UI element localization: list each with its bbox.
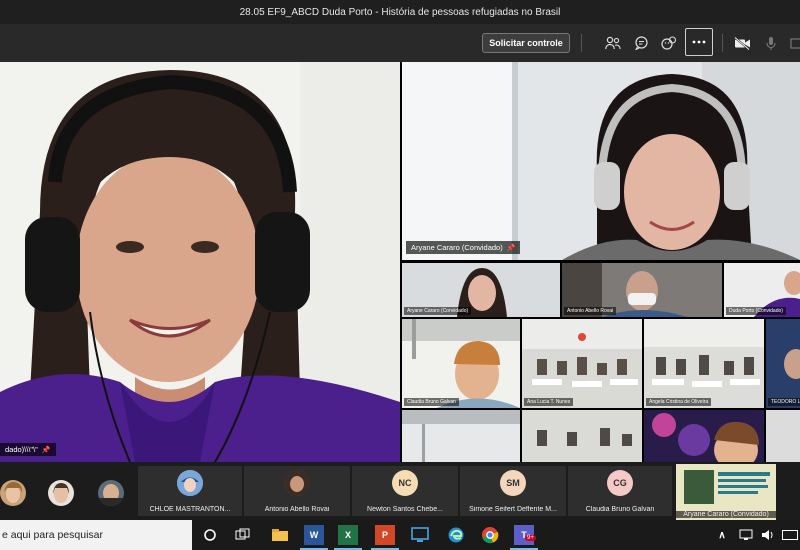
grid-video-frame (522, 319, 642, 408)
avatar-photo (177, 470, 203, 496)
keyboard-icon[interactable] (780, 525, 800, 545)
grid-video-frame (766, 319, 800, 408)
top-right-name: Aryane Cararo (Convidado) (411, 243, 503, 252)
grid-video-tile[interactable] (766, 410, 800, 462)
grid-participant-name: TEODORO L (768, 398, 800, 406)
avatar-photo (98, 480, 124, 506)
word-icon[interactable]: W (304, 525, 324, 545)
participant-avatar: CG (607, 470, 633, 496)
grid-participant-name: Ana Lucia T. Nunes (524, 398, 574, 406)
pin-icon[interactable]: 📌 (42, 446, 51, 454)
participant-name: Antonio Abello Rovai (264, 506, 330, 513)
grid-participant-name: Aryane Cararo (Convidado) (404, 307, 472, 315)
taskbar-search-input[interactable]: e aqui para pesquisar (0, 520, 192, 550)
grid-video-frame (402, 410, 520, 462)
chrome-icon[interactable] (480, 525, 500, 545)
participant-name: Claudia Bruno Galvan (585, 506, 655, 513)
more-actions-icon (692, 40, 706, 44)
mic-icon[interactable] (761, 33, 781, 53)
meeting-toolbar: Solicitar controle (0, 24, 800, 62)
participant-strip: CHLOE MASTRANTON... Antonio Abello Rovai… (0, 462, 800, 520)
speaker-video-frame (0, 62, 400, 462)
grid-video-frame (644, 319, 764, 408)
grid-video-tile[interactable] (522, 410, 642, 462)
grid-video-frame (644, 410, 764, 462)
camera-off-icon[interactable] (732, 33, 752, 53)
toolbar-divider (722, 34, 723, 52)
grid-video-tile[interactable]: Duda Porto (Convidado) (724, 263, 800, 317)
main-speaker-name: dado)\\\"\" (5, 445, 38, 454)
grid-video-tile[interactable]: Aryane Cararo (Convidado) (402, 263, 560, 317)
grid-video-tile[interactable]: Claudia Bruno Galvan (402, 319, 520, 408)
share-icon[interactable] (787, 33, 800, 53)
grid-video-tile[interactable]: Ana Lucia T. Nunes (522, 319, 642, 408)
window-title: 28.05 EF9_ABCD Duda Porto - História de … (239, 6, 561, 18)
task-view-icon[interactable] (233, 525, 253, 545)
file-explorer-icon[interactable] (270, 525, 290, 545)
participant-avatar[interactable] (0, 480, 26, 506)
cortana-icon[interactable] (200, 525, 220, 545)
participant-name: Newton Santos Chebe... (367, 506, 443, 513)
grid-video-frame (766, 410, 800, 462)
top-right-nameplate: Aryane Cararo (Convidado) 📌 (406, 241, 521, 254)
windows-taskbar: e aqui para pesquisar W X P T 9+ ∧ (0, 520, 800, 550)
grid-participant-name: Duda Porto (Convidado) (726, 307, 786, 315)
grid-participant-name: Antonio Abello Rovai (564, 307, 617, 315)
participant-avatar: NC (392, 470, 418, 496)
grid-participant-name: Claudia Bruno Galvan (404, 398, 459, 406)
main-speaker-video[interactable]: dado)\\\"\" 📌 (0, 62, 400, 462)
participant-avatar (177, 470, 203, 496)
reactions-icon[interactable] (659, 33, 679, 53)
chat-icon[interactable] (631, 33, 651, 53)
toolbar-divider (581, 34, 582, 52)
grid-video-tile[interactable]: TEODORO L (766, 319, 800, 408)
grid-video-frame (522, 410, 642, 462)
avatar-photo (0, 480, 26, 506)
avatar-photo (284, 470, 310, 496)
participant-name: CHLOE MASTRANTON... (149, 506, 231, 513)
pin-icon[interactable]: 📌 (507, 244, 516, 252)
window-title-bar: 28.05 EF9_ABCD Duda Porto - História de … (0, 0, 800, 24)
shared-content-label: Aryane Cararo (Convidado) (676, 511, 776, 518)
powerpoint-icon[interactable]: P (375, 525, 395, 545)
grid-video-tile[interactable]: Angela Cristina de Oliveira (644, 319, 764, 408)
search-placeholder: e aqui para pesquisar (2, 529, 103, 541)
participant-card[interactable]: SM Simone Seifert Deffente M... (460, 466, 566, 516)
participant-avatar[interactable] (98, 480, 124, 506)
participant-avatar[interactable] (48, 480, 74, 506)
teams-notification-badge: 9+ (525, 535, 536, 541)
avatar-photo (48, 480, 74, 506)
more-actions-button[interactable] (685, 28, 713, 56)
grid-video-tile[interactable] (402, 410, 520, 462)
grid-video-frame (402, 319, 520, 408)
participant-card[interactable]: CG Claudia Bruno Galvan (568, 466, 672, 516)
chevron-up-icon[interactable]: ∧ (712, 525, 732, 545)
grid-participant-name: Angela Cristina de Oliveira (646, 398, 712, 406)
request-control-button[interactable]: Solicitar controle (482, 33, 570, 53)
volume-icon[interactable] (758, 525, 778, 545)
participant-avatar: SM (500, 470, 526, 496)
participants-icon[interactable] (603, 33, 623, 53)
participant-avatar (284, 470, 310, 496)
grid-video-tile[interactable] (644, 410, 764, 462)
top-right-video-frame (402, 62, 800, 260)
top-right-video[interactable]: Aryane Cararo (Convidado) 📌 (402, 62, 800, 260)
participant-card[interactable]: Antonio Abello Rovai (244, 466, 350, 516)
participant-card[interactable]: NC Newton Santos Chebe... (352, 466, 458, 516)
participant-name: Simone Seifert Deffente M... (469, 506, 557, 513)
grid-video-tile[interactable]: Antonio Abello Rovai (562, 263, 722, 317)
remote-desktop-icon[interactable] (410, 525, 430, 545)
participant-card[interactable]: CHLOE MASTRANTON... (138, 466, 242, 516)
edge-icon[interactable] (446, 525, 466, 545)
shared-content-thumbnail[interactable]: Aryane Cararo (Convidado) (676, 464, 776, 520)
main-speaker-nameplate: dado)\\\"\" 📌 (0, 443, 56, 456)
network-icon[interactable] (736, 525, 756, 545)
excel-icon[interactable]: X (338, 525, 358, 545)
